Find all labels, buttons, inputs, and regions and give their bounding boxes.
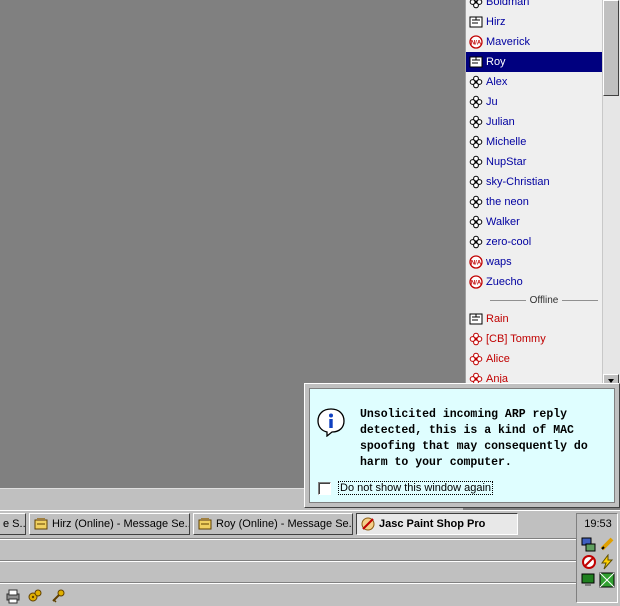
offline-contact-item[interactable]: Alice bbox=[466, 349, 602, 369]
contact-name: sky-Christian bbox=[486, 176, 550, 188]
contact-name: Roy bbox=[486, 56, 506, 68]
system-tray: 19:53 bbox=[576, 513, 618, 603]
printer-icon[interactable] bbox=[5, 588, 21, 604]
svg-text:N/A: N/A bbox=[471, 281, 482, 287]
away-icon bbox=[469, 56, 483, 68]
offline-flower-icon bbox=[469, 332, 483, 346]
taskbar-button-hirz-chat[interactable]: Hirz (Online) - Message Se... bbox=[29, 513, 190, 535]
contact-item[interactable]: zero-cool bbox=[466, 232, 602, 252]
dont-show-again-checkbox[interactable] bbox=[318, 481, 331, 495]
offline-contact-item[interactable]: Rain bbox=[466, 309, 602, 329]
paint-icon bbox=[361, 517, 375, 531]
flower-icon bbox=[469, 135, 483, 149]
taskbar-button-roy-chat[interactable]: Roy (Online) - Message Se... bbox=[193, 513, 353, 535]
gears-icon[interactable] bbox=[27, 588, 43, 604]
na-icon: N/A bbox=[469, 35, 483, 49]
contact-item[interactable]: Julian bbox=[466, 112, 602, 132]
contact-name: Boldman bbox=[486, 0, 530, 8]
lightning-icon[interactable] bbox=[599, 554, 615, 570]
network-icon[interactable] bbox=[581, 536, 597, 552]
flower-icon bbox=[469, 215, 483, 229]
flower-icon bbox=[469, 115, 483, 129]
contact-item[interactable]: NupStar bbox=[466, 152, 602, 172]
contact-name: Rain bbox=[486, 313, 509, 325]
svg-text:N/A: N/A bbox=[471, 261, 482, 267]
contact-item[interactable]: Michelle bbox=[466, 132, 602, 152]
contact-list-window: Boldman Hirz N/A Maverick Roy Alex Ju Julian Mic… bbox=[465, 0, 620, 388]
offline-group-label: Offline bbox=[529, 295, 559, 306]
contact-name: Walker bbox=[486, 216, 520, 228]
contact-item[interactable]: Boldman bbox=[466, 0, 602, 12]
na-icon: N/A bbox=[469, 255, 483, 269]
taskbar-separator bbox=[0, 583, 576, 584]
chat-icon bbox=[34, 518, 48, 530]
monitor-icon[interactable] bbox=[581, 572, 597, 588]
chat-icon bbox=[198, 518, 212, 530]
offline-flower-icon bbox=[469, 352, 483, 366]
arp-alert-popup: Unsolicited incoming ARP reply detected,… bbox=[304, 383, 620, 508]
contact-item[interactable]: N/A Maverick bbox=[466, 32, 602, 52]
taskbar-separator bbox=[0, 539, 576, 540]
task-label: Jasc Paint Shop Pro bbox=[379, 518, 486, 530]
flower-icon bbox=[469, 195, 483, 209]
info-icon bbox=[317, 408, 345, 437]
contact-name: [CB] Tommy bbox=[486, 333, 546, 345]
taskbar-button-partial[interactable]: e S... bbox=[0, 513, 26, 535]
contact-item[interactable]: N/A Zuecho bbox=[466, 272, 602, 292]
na-icon: N/A bbox=[469, 275, 483, 289]
contact-name: waps bbox=[486, 256, 512, 268]
group-divider bbox=[490, 300, 526, 301]
clock[interactable]: 19:53 bbox=[577, 518, 619, 530]
contact-scrollbar[interactable] bbox=[602, 0, 620, 388]
dont-show-again-option[interactable]: Do not show this window again bbox=[318, 481, 494, 495]
contact-name: Michelle bbox=[486, 136, 527, 148]
contact-name: NupStar bbox=[486, 156, 527, 168]
grid-icon[interactable] bbox=[599, 572, 615, 588]
contact-item[interactable]: sky-Christian bbox=[466, 172, 602, 192]
group-divider bbox=[562, 300, 599, 301]
contact-name: Ju bbox=[486, 96, 498, 108]
key-icon[interactable] bbox=[50, 588, 66, 604]
flower-icon bbox=[469, 0, 483, 9]
taskbar-button-paint-shop-pro[interactable]: Jasc Paint Shop Pro bbox=[356, 513, 518, 535]
contact-item[interactable]: Hirz bbox=[466, 12, 602, 32]
contact-name: Alice bbox=[486, 353, 510, 365]
svg-text:N/A: N/A bbox=[471, 41, 482, 47]
contact-name: Alex bbox=[486, 76, 508, 88]
flower-icon bbox=[469, 95, 483, 109]
contact-name: zero-cool bbox=[486, 236, 532, 248]
contact-name: Maverick bbox=[486, 36, 531, 48]
popup-message: Unsolicited incoming ARP reply detected,… bbox=[360, 408, 588, 469]
taskbar-separator bbox=[0, 561, 576, 562]
away-icon bbox=[469, 16, 483, 28]
contact-item[interactable]: the neon bbox=[466, 192, 602, 212]
contact-item[interactable]: Walker bbox=[466, 212, 602, 232]
taskbar: e S... Hirz (Online) - Message Se... Roy… bbox=[0, 510, 620, 606]
firewall-icon[interactable] bbox=[581, 554, 597, 570]
contact-name: Hirz bbox=[486, 16, 506, 28]
contact-item[interactable]: Ju bbox=[466, 92, 602, 112]
scrollbar-thumb[interactable] bbox=[603, 0, 619, 96]
flower-icon bbox=[469, 175, 483, 189]
flower-icon bbox=[469, 155, 483, 169]
flower-icon bbox=[469, 75, 483, 89]
contact-name: Julian bbox=[486, 116, 515, 128]
contact-item[interactable]: N/A waps bbox=[466, 252, 602, 272]
contact-name: Zuecho bbox=[486, 276, 523, 288]
task-label: Hirz (Online) - Message Se... bbox=[52, 518, 190, 530]
offline-group-header[interactable]: Offline bbox=[466, 292, 602, 309]
contact-list: Boldman Hirz N/A Maverick Roy Alex Ju Julian Mic… bbox=[466, 0, 602, 388]
task-label: Roy (Online) - Message Se... bbox=[216, 518, 353, 530]
task-label: e S... bbox=[3, 518, 26, 530]
contact-item[interactable]: Roy bbox=[466, 52, 602, 72]
flower-icon bbox=[469, 235, 483, 249]
dont-show-again-label[interactable]: Do not show this window again bbox=[338, 481, 494, 495]
contact-item[interactable]: Alex bbox=[466, 72, 602, 92]
pencil-icon[interactable] bbox=[599, 536, 615, 552]
offline-contact-item[interactable]: [CB] Tommy bbox=[466, 329, 602, 349]
popup-body: Unsolicited incoming ARP reply detected,… bbox=[309, 388, 615, 503]
away-icon bbox=[469, 313, 483, 325]
contact-name: the neon bbox=[486, 196, 529, 208]
